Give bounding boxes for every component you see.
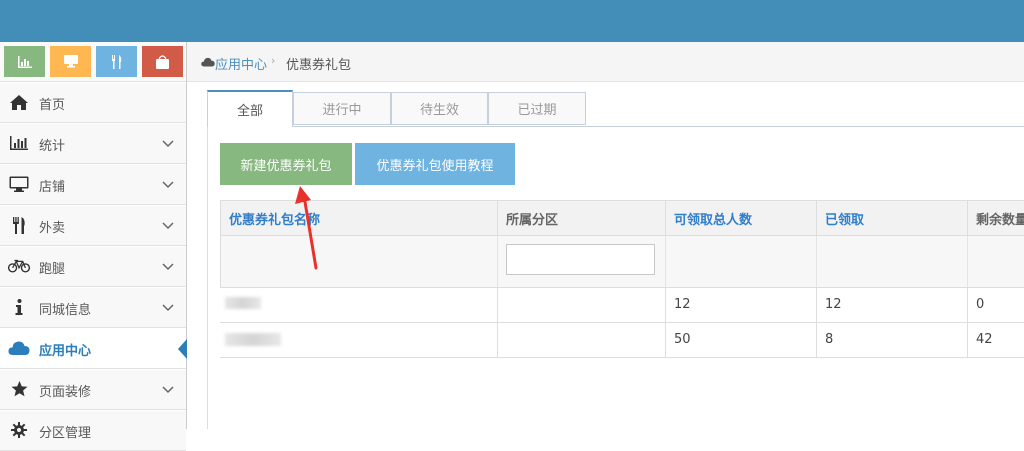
- bicycle-icon: [8, 257, 30, 275]
- status-tabs: 全部 进行中 待生效 已过期: [207, 90, 1024, 127]
- tab-all[interactable]: 全部: [207, 90, 293, 127]
- chevron-down-icon: [162, 386, 174, 394]
- cell-zone: [498, 323, 666, 357]
- cell-received: 12: [817, 288, 968, 322]
- chevron-down-icon: [162, 181, 174, 189]
- column-header-total[interactable]: 可领取总人数: [666, 200, 817, 236]
- tab-pending[interactable]: 待生效: [391, 92, 488, 125]
- cell-total: 50: [666, 323, 817, 357]
- column-header-name[interactable]: 优惠券礼包名称: [220, 200, 498, 236]
- sidebar-item-home[interactable]: 首页: [0, 82, 186, 123]
- bar-chart-icon: [8, 134, 30, 152]
- breadcrumb-parent-link[interactable]: 应用中心: [215, 54, 267, 73]
- chevron-down-icon: [162, 140, 174, 148]
- sidebar-item-takeout[interactable]: 外卖: [0, 205, 186, 246]
- shortcut-stats-button[interactable]: [4, 46, 45, 77]
- chevron-down-icon: [162, 222, 174, 230]
- zone-filter-input[interactable]: [506, 244, 655, 275]
- content-divider: [207, 127, 208, 429]
- breadcrumb: 应用中心 › 优惠券礼包: [187, 42, 1024, 82]
- table-row[interactable]: 12 12 0: [220, 288, 1024, 323]
- sidebar-item-store[interactable]: 店铺: [0, 164, 186, 205]
- cell-name: [220, 323, 498, 357]
- gear-icon: [8, 421, 30, 439]
- sidebar-item-zone-management[interactable]: 分区管理: [0, 410, 186, 451]
- sidebar-item-label: 外卖: [39, 221, 66, 236]
- shortcut-cutlery-button[interactable]: [96, 46, 137, 77]
- filter-cell: [498, 236, 666, 287]
- shopping-bag-icon: [156, 54, 169, 69]
- cell-received: 8: [817, 323, 968, 357]
- cell-name: [220, 288, 498, 322]
- sidebar-item-label: 应用中心: [39, 344, 92, 359]
- cell-zone: [498, 288, 666, 322]
- home-icon: [8, 93, 30, 111]
- filter-cell: [817, 236, 968, 287]
- shortcut-shop-button[interactable]: [142, 46, 183, 77]
- column-header-received[interactable]: 已领取: [817, 200, 968, 236]
- sidebar-item-errand[interactable]: 跑腿: [0, 246, 186, 287]
- chevron-down-icon: [162, 304, 174, 312]
- breadcrumb-separator: ›: [271, 54, 276, 67]
- bar-chart-icon: [17, 55, 32, 68]
- shortcut-desktop-button[interactable]: [50, 46, 91, 77]
- cutlery-icon: [8, 216, 30, 234]
- column-header-zone: 所属分区: [498, 200, 666, 236]
- filter-row: [220, 236, 1024, 288]
- shortcut-bar: [0, 42, 186, 82]
- sidebar-item-label: 首页: [39, 98, 66, 113]
- filter-cell: [666, 236, 817, 287]
- tutorial-button[interactable]: 优惠券礼包使用教程: [355, 143, 515, 185]
- cell-remaining: 42: [976, 332, 993, 347]
- column-header-remaining: 剩余数量: [968, 200, 1024, 236]
- cloud-icon: [201, 57, 215, 67]
- sidebar-item-label: 页面装修: [39, 385, 92, 400]
- sidebar-item-label: 跑腿: [39, 262, 66, 277]
- sidebar-item-page-decoration[interactable]: 页面装修: [0, 369, 186, 410]
- star-icon: [8, 380, 30, 398]
- top-navbar: [0, 0, 1024, 42]
- annotation-arrow-icon: [295, 186, 318, 270]
- sidebar-item-label: 同城信息: [39, 303, 92, 318]
- tab-in-progress[interactable]: 进行中: [293, 92, 391, 125]
- sidebar-item-label: 分区管理: [39, 426, 92, 441]
- tab-expired[interactable]: 已过期: [488, 92, 586, 125]
- sidebar: 首页 统计 店铺 外卖 跑腿 同城信息 应用中心 页面装修 分区管理: [0, 42, 187, 451]
- cloud-icon: [8, 339, 30, 357]
- desktop-icon: [63, 55, 78, 68]
- breadcrumb-current: 优惠券礼包: [286, 58, 352, 73]
- active-indicator: [178, 339, 187, 359]
- cell-remaining: 0: [976, 297, 985, 312]
- sidebar-item-stats[interactable]: 统计: [0, 123, 186, 164]
- chevron-down-icon: [162, 263, 174, 271]
- redacted-text: [225, 333, 281, 346]
- sidebar-item-local-info[interactable]: 同城信息: [0, 287, 186, 328]
- filter-cell: [220, 236, 498, 287]
- info-icon: [8, 298, 30, 316]
- sidebar-item-label: 店铺: [39, 180, 66, 195]
- redacted-text: [225, 297, 261, 309]
- sidebar-item-label: 统计: [39, 139, 66, 154]
- sidebar-item-app-center[interactable]: 应用中心: [0, 328, 187, 369]
- cell-total: 12: [666, 288, 817, 322]
- table-row[interactable]: 50 8 42: [220, 323, 1024, 358]
- cutlery-icon: [111, 54, 121, 69]
- desktop-icon: [8, 175, 30, 193]
